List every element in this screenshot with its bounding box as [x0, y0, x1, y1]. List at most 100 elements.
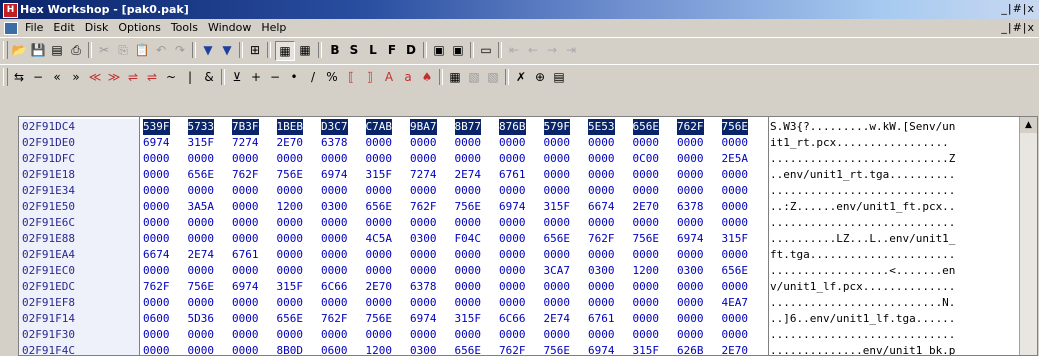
hex-mode-icon[interactable]: ▦ — [275, 41, 295, 61]
block-end-icon[interactable]: ⟧ — [361, 68, 379, 86]
hex-word[interactable]: 315F — [188, 135, 215, 151]
hex-word[interactable]: 0000 — [588, 215, 615, 231]
char-mode-icon[interactable]: ▦ — [296, 41, 314, 59]
hex-word[interactable]: 0000 — [722, 327, 749, 343]
xor-icon[interactable]: ⊻ — [228, 68, 246, 86]
hex-word[interactable]: 0000 — [677, 279, 704, 295]
hex-word[interactable]: 0000 — [633, 247, 660, 263]
hex-word[interactable]: 0000 — [677, 215, 704, 231]
hex-word[interactable]: 0000 — [544, 295, 571, 311]
hex-word[interactable]: 0000 — [544, 327, 571, 343]
ascii-text[interactable]: ..............env/unit1_bk.p — [770, 343, 955, 355]
hex-word[interactable]: 762F — [588, 231, 615, 247]
hex-word[interactable]: 1200 — [633, 263, 660, 279]
hex-word[interactable]: 315F — [722, 231, 749, 247]
subtract-icon[interactable]: − — [266, 68, 284, 86]
hex-word[interactable]: 756E — [366, 311, 393, 327]
hex-word[interactable]: 0000 — [544, 215, 571, 231]
hex-word[interactable]: 0000 — [588, 167, 615, 183]
hex-word[interactable]: 0300 — [410, 343, 437, 355]
hex-word[interactable]: 656E — [277, 311, 304, 327]
hex-word[interactable]: 0000 — [544, 167, 571, 183]
hex-word[interactable]: 0C00 — [633, 151, 660, 167]
hex-word[interactable]: 0000 — [410, 247, 437, 263]
hex-word[interactable]: 0000 — [188, 151, 215, 167]
ascii-text[interactable]: ..........LZ...L..env/unit1_ — [770, 231, 955, 247]
hex-word[interactable]: 0000 — [677, 247, 704, 263]
hex-word[interactable]: 6974 — [677, 231, 704, 247]
hex-word[interactable]: 0000 — [544, 247, 571, 263]
hex-word[interactable]: 0000 — [277, 231, 304, 247]
menu-help[interactable]: Help — [256, 21, 291, 34]
hex-word[interactable]: 0300 — [410, 231, 437, 247]
hex-word[interactable]: 762F — [677, 119, 704, 135]
hex-word[interactable]: 0000 — [677, 167, 704, 183]
hex-word[interactable]: 0000 — [366, 263, 393, 279]
hex-word[interactable]: 0000 — [143, 151, 170, 167]
uppercase-icon[interactable]: A — [380, 68, 398, 86]
hex-word[interactable]: 756E — [721, 119, 748, 135]
hex-word[interactable]: 0000 — [499, 327, 526, 343]
hex-word[interactable]: 0600 — [321, 343, 348, 355]
hex-word[interactable]: 0000 — [455, 263, 482, 279]
hex-word[interactable]: 0000 — [232, 263, 259, 279]
hex-word[interactable]: 0000 — [588, 135, 615, 151]
hex-word[interactable]: 0000 — [232, 295, 259, 311]
hex-word[interactable]: 0000 — [499, 135, 526, 151]
hex-word[interactable]: 6974 — [143, 135, 170, 151]
case-icon[interactable]: ♠ — [418, 68, 436, 86]
hex-word[interactable]: 1200 — [366, 343, 393, 355]
hex-word[interactable]: 579F — [543, 119, 570, 135]
hex-word[interactable]: 0000 — [232, 199, 259, 215]
hex-word[interactable]: 0000 — [143, 327, 170, 343]
hex-word[interactable]: 2E70 — [366, 279, 393, 295]
hex-word[interactable]: 0000 — [232, 231, 259, 247]
hex-word[interactable]: 0000 — [232, 183, 259, 199]
window-controls[interactable]: _|#|x — [1001, 2, 1035, 15]
float-button[interactable]: F — [383, 41, 401, 59]
hex-word[interactable]: 0000 — [410, 183, 437, 199]
minus-icon[interactable]: − — [29, 68, 47, 86]
hex-word[interactable]: 762F — [321, 311, 348, 327]
ascii-text[interactable]: S.W3{?.........w.kW.[Senv/un — [770, 119, 956, 135]
menu-disk[interactable]: Disk — [80, 21, 114, 34]
ascii-text[interactable]: ..env/unit1_rt.tga.......... — [770, 167, 955, 183]
hex-word[interactable]: 1BEB — [276, 119, 303, 135]
hex-word[interactable]: 0300 — [677, 263, 704, 279]
hex-word[interactable]: 0000 — [499, 151, 526, 167]
hex-word[interactable]: 6974 — [410, 311, 437, 327]
hex-word[interactable]: 6974 — [499, 199, 526, 215]
hex-word[interactable]: 0000 — [188, 263, 215, 279]
hex-word[interactable]: 0000 — [588, 295, 615, 311]
hex-word[interactable]: 0000 — [188, 231, 215, 247]
hex-word[interactable]: 5D36 — [188, 311, 215, 327]
hex-word[interactable]: 756E — [277, 167, 304, 183]
paste-icon[interactable]: 📋 — [133, 41, 151, 59]
menu-options[interactable]: Options — [113, 21, 165, 34]
hex-word[interactable]: 0000 — [366, 215, 393, 231]
hex-word[interactable]: 6C66 — [499, 311, 526, 327]
rotate-left-icon[interactable]: ≪ — [86, 68, 104, 86]
hex-word[interactable]: 6974 — [321, 167, 348, 183]
hex-word[interactable]: 0000 — [633, 135, 660, 151]
hex-word[interactable]: 0000 — [143, 199, 170, 215]
hex-word[interactable]: 0000 — [143, 343, 170, 355]
hex-word[interactable]: 876B — [499, 119, 526, 135]
hex-word[interactable]: 0000 — [232, 151, 259, 167]
hex-word[interactable]: 315F — [366, 167, 393, 183]
hex-word[interactable]: 0000 — [143, 215, 170, 231]
hex-word[interactable]: 0000 — [321, 151, 348, 167]
mod-icon[interactable]: % — [323, 68, 341, 86]
hex-word[interactable]: 6674 — [588, 199, 615, 215]
hex-word[interactable]: 0000 — [143, 231, 170, 247]
toolbar-grip[interactable] — [3, 68, 8, 86]
hex-word[interactable]: 0000 — [499, 231, 526, 247]
hex-word[interactable]: 6974 — [232, 279, 259, 295]
hex-word[interactable]: 0000 — [455, 247, 482, 263]
hex-word[interactable]: 0000 — [188, 327, 215, 343]
hex-word[interactable]: 0000 — [722, 279, 749, 295]
hex-word[interactable]: 0000 — [455, 215, 482, 231]
hex-word[interactable]: 756E — [544, 343, 571, 355]
hex-word[interactable]: 4C5A — [366, 231, 393, 247]
hex-word[interactable]: C7AB — [365, 119, 392, 135]
